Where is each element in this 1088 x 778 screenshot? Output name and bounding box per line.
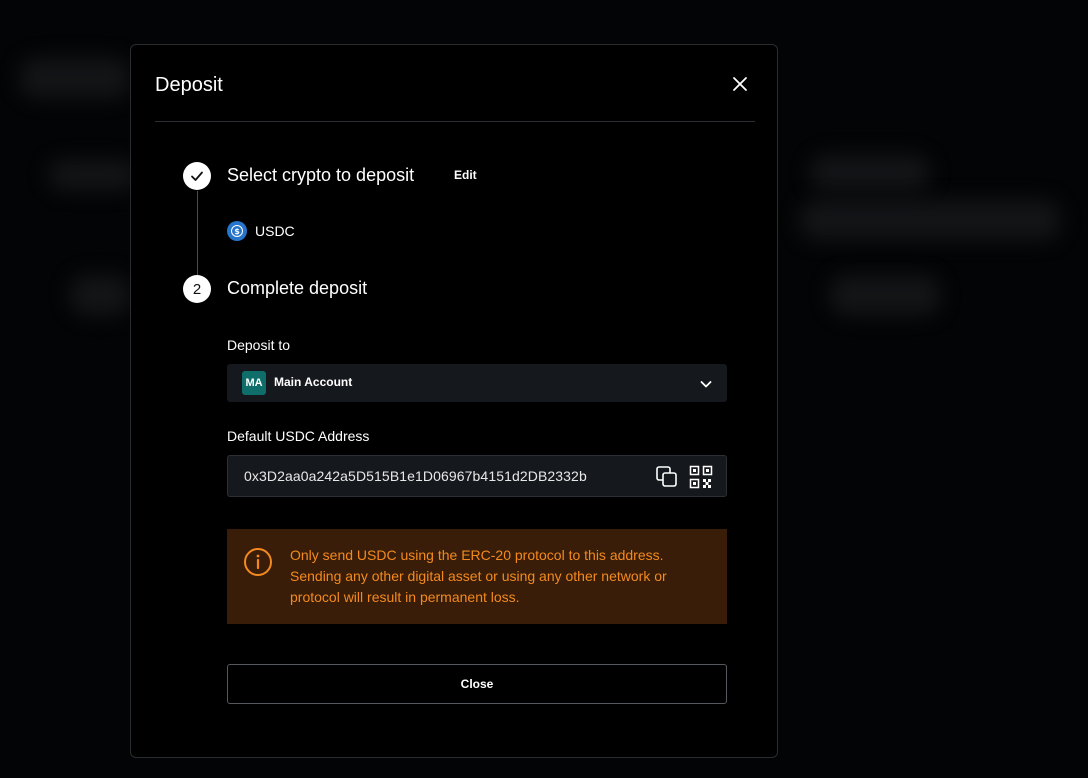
warning-text: Only send USDC using the ERC-20 protocol… (290, 547, 667, 605)
modal-header: Deposit (155, 45, 755, 122)
dollar-sign-icon: $ (231, 225, 243, 237)
account-avatar: MA (242, 371, 266, 395)
deposit-address-value[interactable]: 0x3D2aa0a242a5D515B1e1D06967b4151d2DB233… (244, 468, 587, 484)
close-icon[interactable] (731, 75, 749, 93)
usdc-coin-icon: $ (227, 221, 247, 241)
modal-title: Deposit (155, 74, 223, 96)
step-2-title: Complete deposit (227, 278, 368, 298)
close-button[interactable]: Close (227, 664, 727, 704)
copy-icon[interactable] (655, 465, 679, 489)
deposit-account-select[interactable]: MA Main Account (227, 364, 727, 402)
selected-crypto: $ USDC (227, 221, 295, 241)
deposit-to-label: Deposit to (227, 337, 291, 353)
svg-text:$: $ (234, 227, 240, 236)
edit-crypto-link[interactable]: Edit (454, 168, 477, 182)
selected-account-name: Main Account (274, 375, 353, 389)
background-blur-shape (20, 58, 130, 98)
qr-code-icon[interactable] (689, 465, 713, 489)
background-blur-shape (70, 275, 130, 315)
step-1-complete-badge (183, 162, 211, 190)
checkmark-icon (191, 171, 203, 181)
background-blur-shape (830, 275, 940, 315)
deposit-address-field: 0x3D2aa0a242a5D515B1e1D06967b4151d2DB233… (227, 455, 727, 497)
info-circle-icon (244, 548, 272, 576)
background-blur-shape (810, 155, 930, 190)
network-warning-banner: Only send USDC using the ERC-20 protocol… (227, 529, 727, 624)
step-2-number-badge: 2 (183, 275, 211, 303)
step-number: 2 (192, 280, 202, 298)
background-blur-shape (800, 200, 1060, 240)
step-1-title: Select crypto to deposit (227, 165, 415, 185)
background-blur-shape (48, 160, 138, 190)
address-label: Default USDC Address (227, 428, 370, 444)
deposit-modal: Deposit Select crypto to deposit Edit $ … (130, 44, 778, 758)
chevron-down-icon (700, 381, 712, 388)
selected-crypto-label: USDC (255, 223, 295, 239)
